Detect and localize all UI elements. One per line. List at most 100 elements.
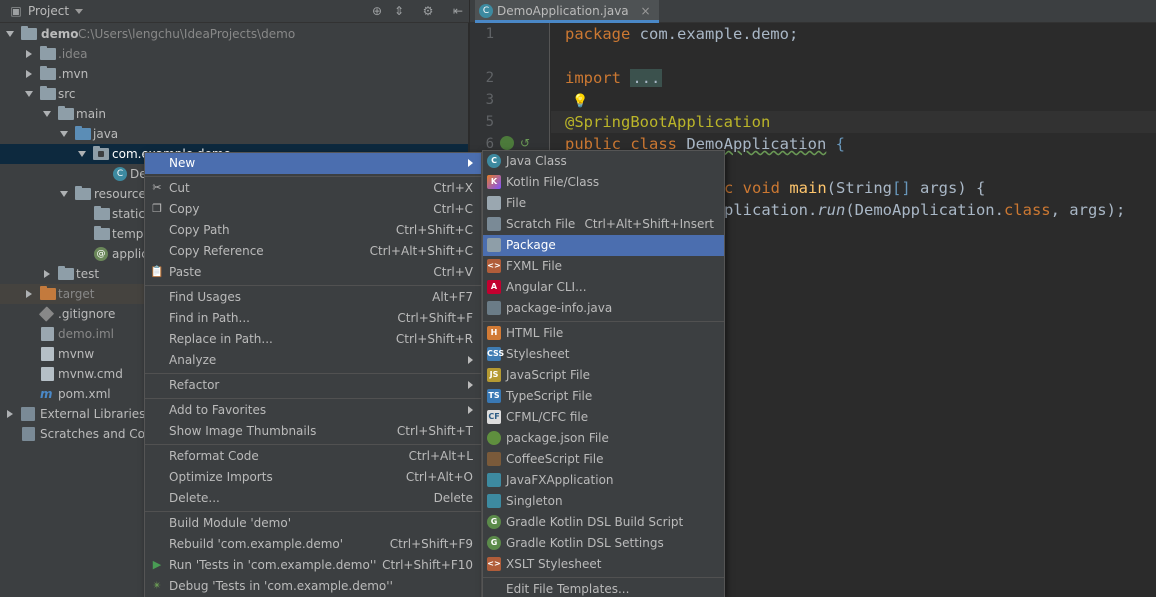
tree-item-demo[interactable]: demo C:\Users\lengchu\IdeaProjects\demo [0, 24, 468, 44]
new-stylesheet[interactable]: CSS Stylesheet [483, 344, 724, 365]
resources-folder-icon [75, 186, 91, 200]
menu-item-copy[interactable]: ❐ Copy Ctrl+C [145, 199, 481, 220]
new-package[interactable]: Package [483, 235, 724, 256]
code-line-6[interactable]: @SpringBootApplication [565, 111, 770, 133]
menu-item-new[interactable]: New [145, 153, 481, 174]
code-line-9[interactable]: c void main(String[] args) { [724, 177, 985, 199]
folder-icon [40, 46, 56, 60]
new-gradle-build-script[interactable]: G Gradle Kotlin DSL Build Script [483, 512, 724, 533]
close-tab-icon[interactable]: × [641, 4, 651, 18]
folder-icon [94, 206, 110, 220]
package-icon [93, 146, 109, 160]
new-submenu: C Java Class K Kotlin File/Class File Scra… [482, 150, 725, 597]
menu-item-analyze[interactable]: Analyze [145, 350, 481, 371]
expand-arrow-icon[interactable] [42, 104, 52, 124]
libraries-icon [21, 407, 35, 421]
menu-item-run-tests[interactable]: ▶ Run 'Tests in 'com.example.demo'' Ctrl+S… [145, 555, 481, 576]
menu-item-copy-reference[interactable]: Copy Reference Ctrl+Alt+Shift+C [145, 241, 481, 262]
expand-arrow-icon[interactable] [77, 144, 87, 164]
new-angular-cli[interactable]: A Angular CLI... [483, 277, 724, 298]
edit-file-templates[interactable]: Edit File Templates... [483, 579, 724, 597]
text-file-icon [41, 347, 54, 361]
tree-item-idea[interactable]: .idea [0, 44, 468, 64]
submenu-arrow-icon [468, 406, 473, 414]
git-file-icon [38, 306, 55, 322]
new-coffeescript-file[interactable]: CoffeeScript File [483, 449, 724, 470]
source-folder-icon [75, 126, 91, 140]
expand-arrow-icon[interactable] [24, 44, 34, 64]
menu-item-rebuild[interactable]: Rebuild 'com.example.demo' Ctrl+Shift+F9 [145, 534, 481, 555]
expand-arrow-icon[interactable] [24, 64, 34, 84]
new-package-json[interactable]: package.json File [483, 428, 724, 449]
menu-item-find-usages[interactable]: Find Usages Alt+F7 [145, 287, 481, 308]
menu-item-delete[interactable]: Delete... Delete [145, 488, 481, 509]
menu-item-replace-in-path[interactable]: Replace in Path... Ctrl+Shift+R [145, 329, 481, 350]
code-line-3[interactable]: import ... [565, 67, 663, 89]
expand-arrow-icon[interactable] [59, 184, 69, 204]
locate-file-icon[interactable]: ⊕ [370, 4, 384, 18]
folder-icon [40, 86, 56, 100]
expand-arrow-icon[interactable] [5, 24, 15, 44]
new-cfml-file[interactable]: CF CFML/CFC file [483, 407, 724, 428]
tab-demo-application[interactable]: C DemoApplication.java × [475, 0, 659, 23]
code-line-10[interactable]: plication.run(DemoApplication.class, arg… [724, 199, 1125, 221]
new-scratch-file[interactable]: Scratch File Ctrl+Alt+Shift+Insert [483, 214, 724, 235]
menu-item-build-module[interactable]: Build Module 'demo' [145, 513, 481, 534]
expand-arrow-icon[interactable] [24, 84, 34, 104]
new-package-info[interactable]: package-info.java [483, 298, 724, 319]
spring-config-icon: @ [94, 247, 108, 261]
menu-item-refactor[interactable]: Refactor [145, 375, 481, 396]
tree-item-mvn[interactable]: .mvn [0, 64, 468, 84]
code-line-1[interactable]: package com.example.demo; [565, 23, 798, 45]
spring-run-icon[interactable]: ↺ [520, 136, 530, 150]
new-fxml-file[interactable]: <> FXML File [483, 256, 724, 277]
menu-item-reformat-code[interactable]: Reformat Code Ctrl+Alt+L [145, 446, 481, 467]
folder-icon [58, 266, 74, 280]
new-html-file[interactable]: H HTML File [483, 323, 724, 344]
tree-item-src[interactable]: src [0, 84, 468, 104]
new-javascript-file[interactable]: JS JavaScript File [483, 365, 724, 386]
tree-item-java[interactable]: java [0, 124, 468, 144]
expand-arrow-icon[interactable] [59, 124, 69, 144]
menu-item-debug-tests[interactable]: ✴ Debug 'Tests in 'com.example.demo'' [145, 576, 481, 597]
new-java-class[interactable]: C Java Class [483, 151, 724, 172]
collapse-all-icon[interactable]: ⇕ [392, 4, 406, 18]
new-gradle-settings[interactable]: G Gradle Kotlin DSL Settings [483, 533, 724, 554]
expand-arrow-icon[interactable] [24, 284, 34, 304]
expand-arrow-icon[interactable] [5, 404, 15, 424]
menu-item-find-in-path[interactable]: Find in Path... Ctrl+Shift+F [145, 308, 481, 329]
submenu-arrow-icon [468, 381, 473, 389]
folded-imports[interactable]: ... [630, 69, 663, 87]
spring-bean-icon[interactable] [500, 136, 514, 150]
tree-item-main[interactable]: main [0, 104, 468, 124]
module-file-icon [41, 327, 54, 341]
menu-item-show-image-thumbnails[interactable]: Show Image Thumbnails Ctrl+Shift+T [145, 421, 481, 442]
new-file[interactable]: File [483, 193, 724, 214]
typescript-icon: TS [487, 389, 501, 403]
submenu-arrow-icon [468, 159, 473, 167]
menu-item-add-to-favorites[interactable]: Add to Favorites [145, 400, 481, 421]
project-view-selector[interactable]: Project [28, 4, 83, 18]
paste-icon: 📋 [150, 265, 164, 278]
menu-item-copy-path[interactable]: Copy Path Ctrl+Shift+C [145, 220, 481, 241]
new-typescript-file[interactable]: TS TypeScript File [483, 386, 724, 407]
folder-icon [58, 106, 74, 120]
line-number: 2 [485, 70, 494, 86]
new-javafx-application[interactable]: JavaFXApplication [483, 470, 724, 491]
xslt-icon: <> [487, 557, 501, 571]
menu-separator [483, 321, 724, 322]
new-xslt-stylesheet[interactable]: <> XSLT Stylesheet [483, 554, 724, 575]
menu-item-cut[interactable]: ✂ Cut Ctrl+X [145, 178, 481, 199]
project-view-icon: ▣ [10, 4, 22, 18]
expand-arrow-icon[interactable] [42, 264, 52, 284]
hide-panel-icon[interactable]: ⇤ [451, 4, 465, 18]
new-singleton[interactable]: Singleton [483, 491, 724, 512]
lightbulb-icon[interactable]: 💡 [572, 94, 588, 109]
gear-icon[interactable]: ⚙ [421, 4, 435, 18]
copy-icon: ❐ [152, 202, 162, 215]
new-kotlin-file[interactable]: K Kotlin File/Class [483, 172, 724, 193]
menu-item-optimize-imports[interactable]: Optimize Imports Ctrl+Alt+O [145, 467, 481, 488]
menu-item-paste[interactable]: 📋 Paste Ctrl+V [145, 262, 481, 283]
project-panel-header: ▣ Project ⊕ ⇕ ⚙ ⇤ [0, 0, 469, 23]
module-folder-icon [21, 26, 37, 40]
